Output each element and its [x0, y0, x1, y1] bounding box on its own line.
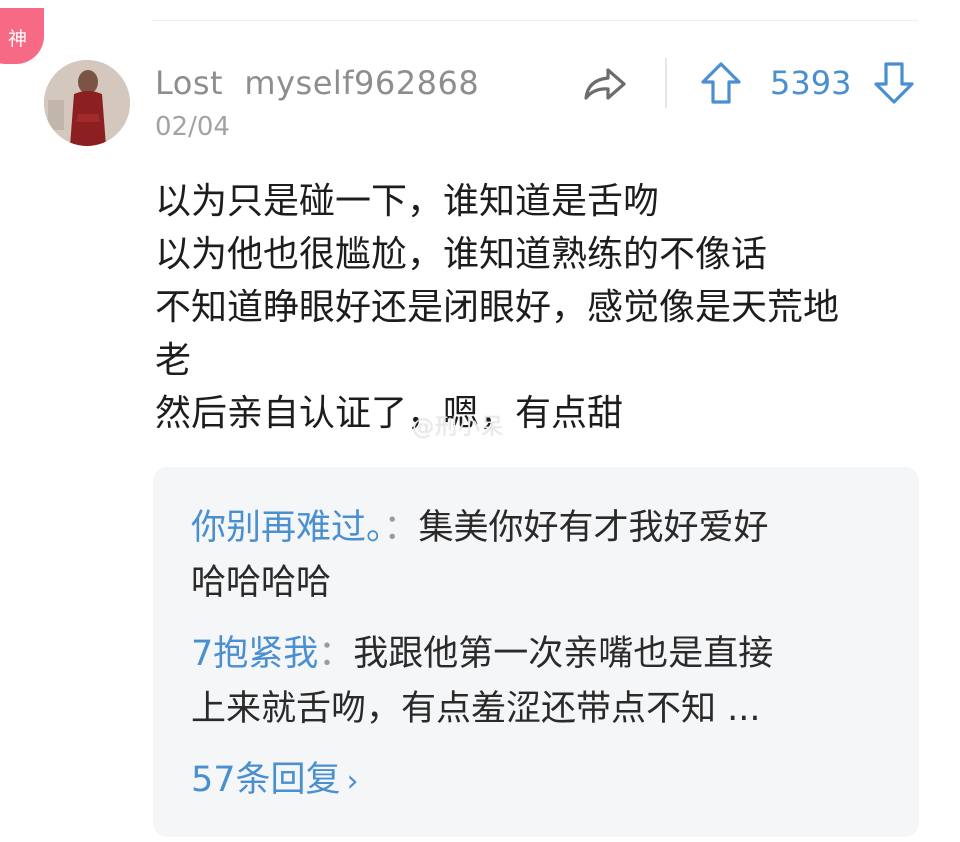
more-replies-label: 57条回复 [191, 760, 341, 800]
share-arrow-icon [584, 68, 626, 100]
god-comment-badge-label: 神 [8, 28, 28, 50]
chevron-right-icon: › [346, 764, 359, 799]
reply-text-continued: 上来就舌吻，有点羞涩还带点不知 ... [191, 689, 761, 729]
arrow-down-icon [874, 62, 914, 104]
comment-text: 以为只是碰一下，谁知道是舌吻 以为他也很尴尬，谁知道熟练的不像话 不知道睁眼好还… [155, 175, 920, 440]
share-button[interactable] [582, 64, 628, 104]
reply-author[interactable]: 你别再难过。 [191, 508, 384, 548]
reply-separator: ： [318, 634, 354, 674]
comment-line: 不知道睁眼好还是闭眼好，感觉像是天荒地 [155, 287, 840, 328]
watermark: @刑小呆 [412, 415, 505, 440]
reply-item[interactable]: 你别再难过。：集美你好有才我好爱好 哈哈哈哈 [191, 501, 891, 611]
downvote-button[interactable] [872, 60, 916, 106]
reply-text: 我跟他第一次亲嘴也是直接 [353, 634, 774, 674]
vote-count: 5393 [770, 64, 852, 102]
more-replies-link[interactable]: 57条回复 › [191, 753, 359, 809]
replies-panel: 你别再难过。：集美你好有才我好爱好 哈哈哈哈 7抱紧我：我跟他第一次亲嘴也是直接… [153, 467, 919, 837]
reply-text: 集美你好有才我好爱好 [418, 508, 769, 548]
comment-line: 以为他也很尴尬，谁知道熟练的不像话 [155, 234, 768, 275]
god-comment-badge: 神 [0, 8, 44, 64]
upvote-button[interactable] [699, 60, 743, 106]
comment-username[interactable]: Lost myself962868 [155, 64, 479, 102]
reply-first-line: 7抱紧我：我跟他第一次亲嘴也是直接 [191, 627, 891, 682]
action-divider [665, 58, 667, 108]
reply-author[interactable]: 7抱紧我 [191, 634, 318, 674]
avatar-photo [44, 60, 130, 146]
comment-line: 以为只是碰一下，谁知道是舌吻 [155, 181, 660, 222]
reply-item[interactable]: 7抱紧我：我跟他第一次亲嘴也是直接 上来就舌吻，有点羞涩还带点不知 ... [191, 627, 891, 737]
reply-first-line: 你别再难过。：集美你好有才我好爱好 [191, 501, 891, 556]
comment-line: 然后亲自认证了，嗯，有点甜 [155, 393, 624, 434]
comment-date: 02/04 [155, 112, 230, 142]
arrow-up-icon [701, 62, 741, 104]
comment-line: 老 [155, 340, 192, 381]
reply-separator: ： [383, 508, 419, 548]
reply-text-continued: 哈哈哈哈 [191, 563, 332, 603]
top-divider [152, 20, 918, 21]
avatar[interactable] [44, 60, 130, 146]
